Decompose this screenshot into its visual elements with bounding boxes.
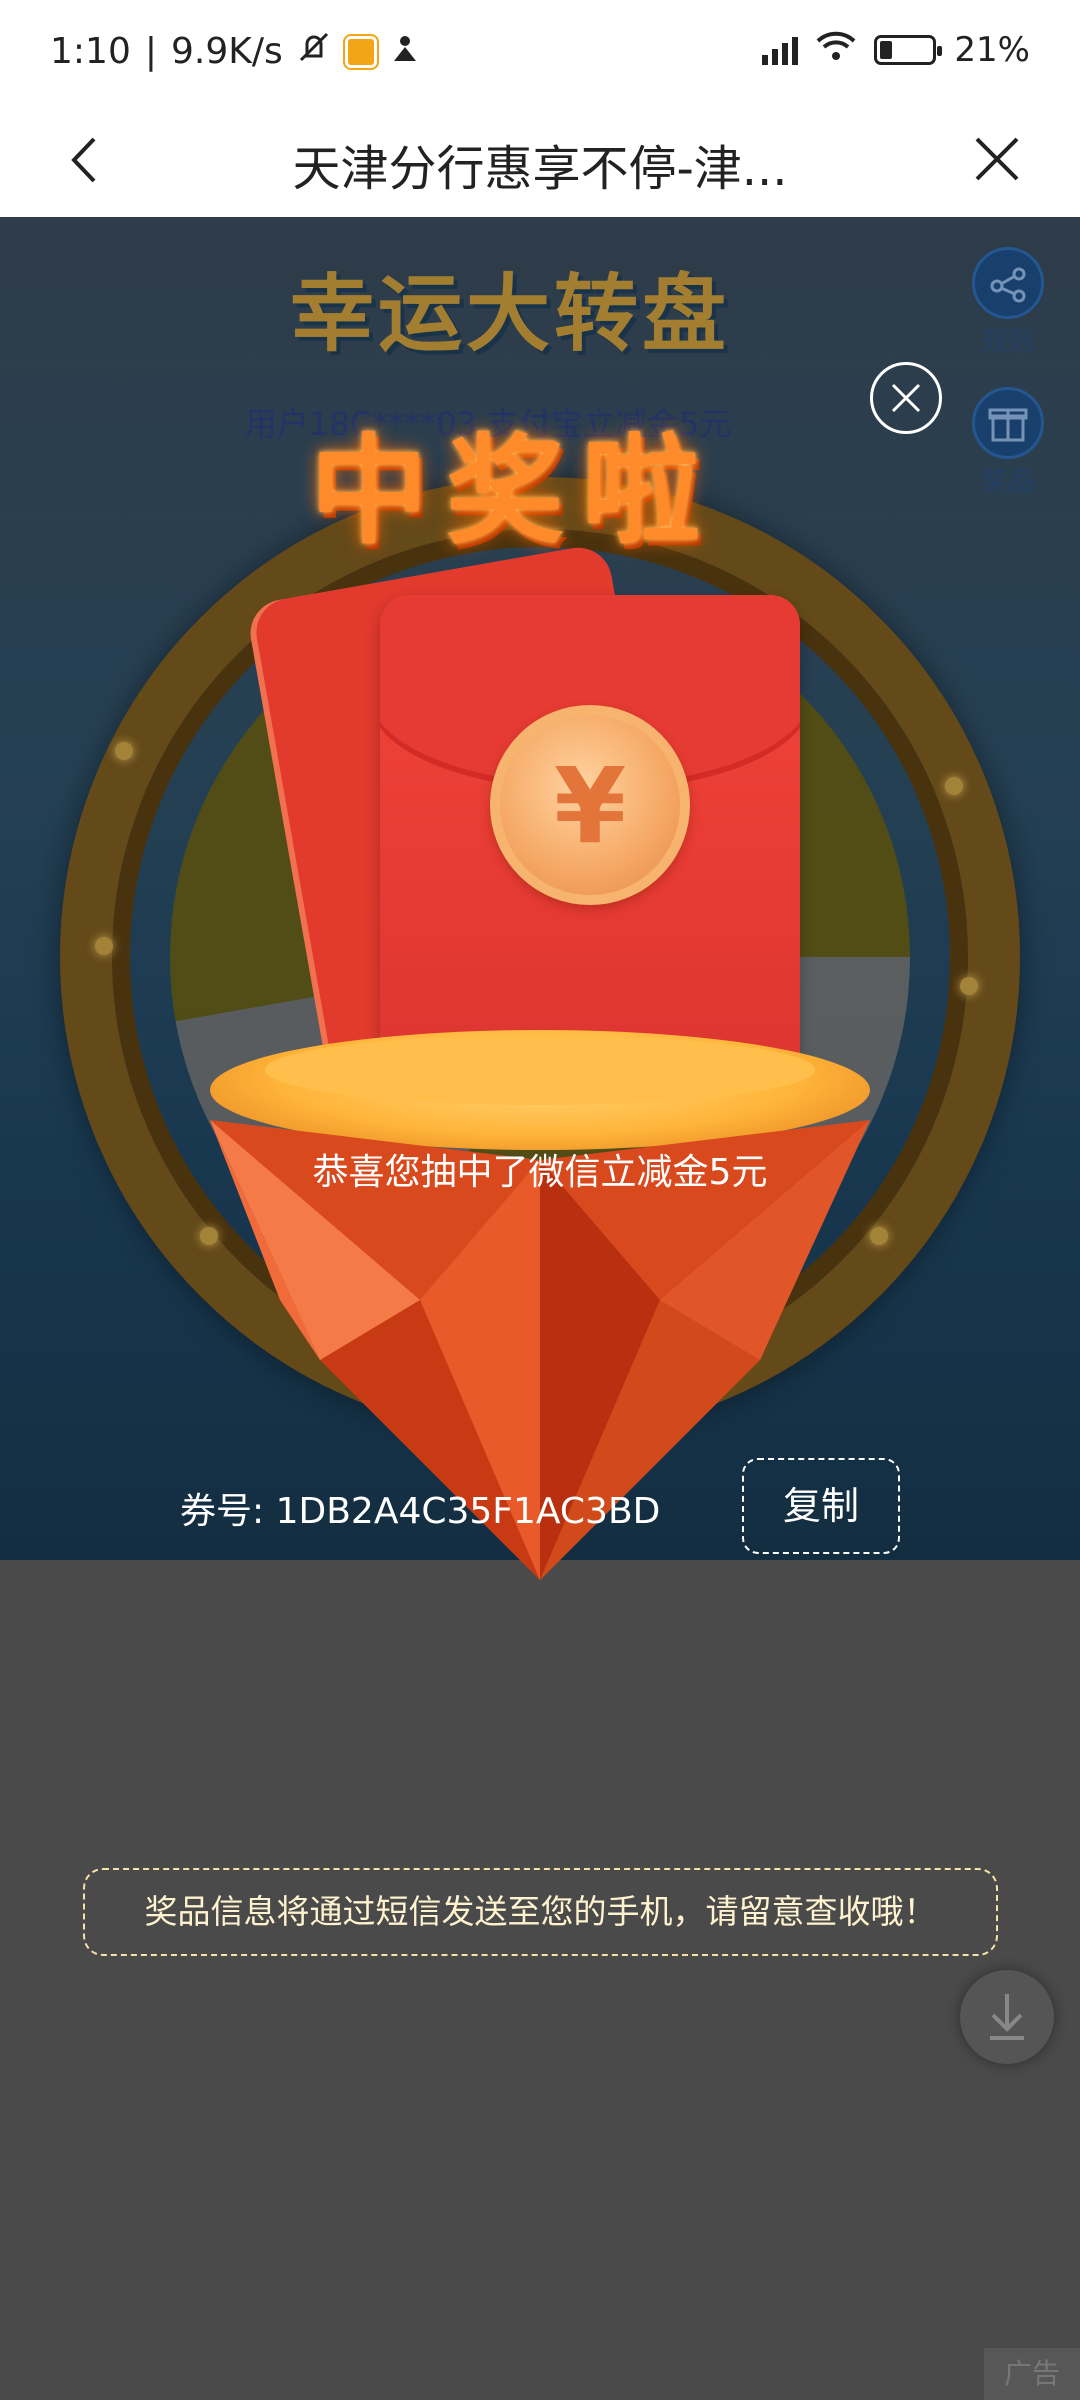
- coupon-code: 1DB2A4C35F1AC3BD: [275, 1491, 661, 1532]
- yuan-symbol: ¥: [553, 745, 627, 867]
- sms-notice: 奖品信息将通过短信发送至您的手机，请留意查收哦！: [83, 1868, 998, 1956]
- battery-percent: 21%: [954, 30, 1030, 70]
- nav-bar: 天津分行惠享不停-津...: [0, 105, 1080, 217]
- signal-icon: [762, 35, 799, 65]
- back-button[interactable]: [60, 135, 110, 185]
- win-headline: 中奖啦: [310, 421, 719, 560]
- download-button[interactable]: [960, 1970, 1054, 2064]
- pedestal-rim: [265, 1035, 815, 1105]
- close-icon: [975, 137, 1019, 181]
- chevron-left-icon: [71, 137, 96, 183]
- congrats-text: 恭喜您抽中了微信立减金5元: [312, 1152, 768, 1193]
- page-title: 天津分行惠享不停-津...: [292, 141, 788, 197]
- status-network-speed: 9.9K/s: [170, 31, 283, 72]
- coupon-label: 券号:: [180, 1491, 265, 1532]
- close-circle-icon: [891, 383, 921, 413]
- battery-icon: [874, 35, 943, 65]
- wifi-icon: [816, 30, 856, 70]
- copy-button[interactable]: 复制: [742, 1458, 900, 1554]
- modal-close-button[interactable]: [870, 362, 942, 434]
- mute-icon: [297, 30, 331, 73]
- download-icon: [990, 1994, 1024, 2040]
- yuan-coin-icon: ¥: [490, 705, 690, 905]
- close-button[interactable]: [969, 131, 1025, 187]
- app-notification-icon: [344, 35, 377, 68]
- status-bar: 1:10 | 9.9K/s 21%: [0, 0, 1080, 105]
- coupon-code-row: 券号: 1DB2A4C35F1AC3BD: [180, 1482, 660, 1534]
- status-separator: |: [144, 31, 157, 72]
- status-right: 21%: [762, 30, 1030, 70]
- status-left: 1:10 | 9.9K/s: [50, 30, 419, 73]
- ad-label[interactable]: 广告: [984, 2348, 1080, 2400]
- status-time: 1:10: [50, 31, 131, 72]
- person-icon: [391, 31, 419, 72]
